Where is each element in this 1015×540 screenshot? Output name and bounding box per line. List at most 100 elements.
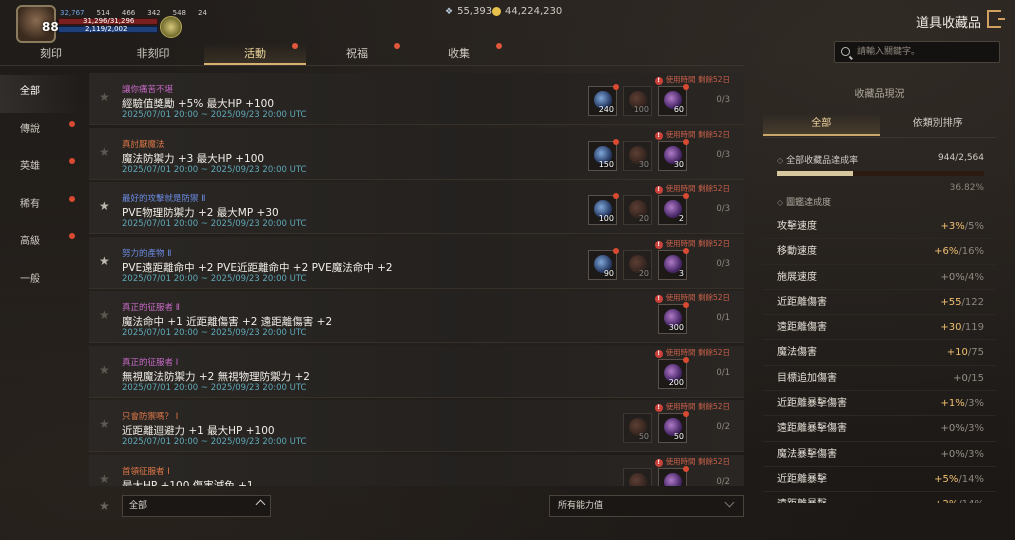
- favorite-star-icon[interactable]: ★: [99, 90, 110, 104]
- favorite-filter-icon[interactable]: ★: [99, 499, 110, 513]
- item-quantity: 50: [638, 432, 649, 441]
- item-slot[interactable]: 30: [658, 138, 689, 171]
- category-tabs: 刻印 非刻印 活動 祝福 收集: [0, 43, 510, 65]
- favorite-star-icon[interactable]: ★: [99, 417, 110, 431]
- collection-list[interactable]: ★ 讓你痛苦不堪 經驗值獎勵 +5% 最大HP +100 2025/07/01 20:…: [89, 73, 744, 486]
- chevron-down-icon: [724, 497, 735, 508]
- item-quantity: 240: [598, 105, 614, 114]
- collection-row[interactable]: ★ 最好的攻擊就是防禦 Ⅱ PVE物理防禦力 +2 最大MP +30 2025/07/…: [89, 182, 744, 234]
- favorite-star-icon[interactable]: ★: [99, 145, 110, 159]
- stat-max: /3%: [964, 398, 984, 410]
- exit-icon[interactable]: [987, 10, 1005, 28]
- notification-dot: [613, 138, 619, 145]
- stat-value: 32,767: [60, 9, 85, 17]
- collection-row[interactable]: ★ 讓你痛苦不堪 經驗值獎勵 +5% 最大HP +100 2025/07/01 20:…: [89, 73, 744, 125]
- item-slot[interactable]: 2: [658, 193, 689, 225]
- stat-row: 魔法傷害 +10/75: [763, 340, 996, 366]
- stat-row: 遠距離傷害 +30/119: [763, 315, 996, 341]
- sidebar-item-legendary[interactable]: 傳說: [0, 113, 80, 151]
- stat-row: 遠距離暴擊傷害 +0%/3%: [763, 416, 996, 442]
- sidebar-item-label: 高級: [20, 236, 40, 247]
- completion-progress-bar: [777, 171, 984, 176]
- collection-period: 2025/07/01 20:00 ~ 2025/09/23 20:00 UTC: [122, 437, 307, 447]
- collection-name: 真討厭魔法: [122, 139, 165, 150]
- hp-text: 31,296/31,296: [83, 17, 135, 25]
- stat-current: +30: [940, 322, 962, 334]
- stat-name: 遠距離暴擊: [777, 492, 827, 503]
- item-slot[interactable]: 60: [658, 84, 689, 116]
- stat-name: 近距離傷害: [777, 296, 827, 308]
- collection-row[interactable]: ★ 首領征服者 Ⅰ 最大HP +100 傷害減免 +1 使用時間 剩餘52日 0/2: [89, 454, 744, 486]
- favorite-star-icon[interactable]: ★: [99, 308, 110, 322]
- collection-period: 2025/07/01 20:00 ~ 2025/09/23 20:00 UTC: [122, 382, 307, 393]
- tab-event[interactable]: 活動: [204, 43, 306, 65]
- sidebar-item-common[interactable]: 一般: [0, 263, 80, 301]
- rarity-filter-select[interactable]: 全部: [122, 495, 271, 517]
- item-slot[interactable]: 20: [623, 195, 652, 225]
- stat-row: 攻擊速度 +3%/5%: [763, 214, 996, 240]
- stat-max: /3%: [964, 448, 984, 460]
- favorite-star-icon[interactable]: ★: [99, 472, 110, 486]
- item-slot[interactable]: 240: [588, 84, 619, 116]
- collection-row[interactable]: ★ 真討厭魔法 魔法防禦力 +3 最大HP +100 2025/07/01 20:00…: [89, 127, 744, 180]
- item-quantity: 100: [633, 105, 649, 114]
- stat-name: 遠距離暴擊傷害: [777, 423, 847, 435]
- stat-name: 施展速度: [777, 271, 817, 283]
- item-slot[interactable]: 3: [658, 247, 689, 280]
- expire-notice: 使用時間 剩餘52日: [655, 347, 730, 358]
- item-icon: [629, 472, 647, 486]
- item-slot[interactable]: 50: [623, 413, 652, 443]
- progress-count: 0/1: [716, 367, 730, 378]
- tab-by-category[interactable]: 依類別排序: [880, 114, 997, 136]
- ability-filter-select[interactable]: 所有能力值: [549, 495, 744, 517]
- item-slot[interactable]: 200: [658, 356, 689, 389]
- sidebar-item-label: 英雄: [20, 161, 40, 172]
- tab-engraved[interactable]: 刻印: [0, 43, 102, 65]
- item-quantity: 50: [673, 432, 684, 441]
- collection-row[interactable]: ★ 真正的征服者 Ⅱ 魔法命中 +1 近距離傷害 +2 遠距離傷害 +2 2025/0…: [89, 291, 744, 343]
- stat-name: 近距離暴擊傷害: [777, 398, 847, 410]
- collection-row[interactable]: ★ 真正的征服者 Ⅰ 無視魔法防禦力 +2 無視物理防禦力 +2 2025/07/01…: [89, 345, 744, 398]
- sidebar-item-label: 全部: [20, 86, 40, 97]
- progress-count: 0/3: [716, 149, 730, 160]
- tab-all[interactable]: 全部: [763, 114, 880, 136]
- item-slot[interactable]: 150: [588, 138, 619, 171]
- sidebar-item-heroic[interactable]: 英雄: [0, 150, 80, 188]
- favorite-star-icon[interactable]: ★: [99, 363, 110, 377]
- tab-collection[interactable]: 收集: [408, 43, 510, 65]
- tab-blessing[interactable]: 祝福: [306, 43, 408, 65]
- favorite-star-icon[interactable]: ★: [99, 199, 110, 213]
- collection-effect: 經驗值獎勵 +5% 最大HP +100: [122, 98, 275, 110]
- stat-max: /119: [961, 322, 984, 334]
- tab-non-engraved[interactable]: 非刻印: [102, 43, 204, 65]
- item-slot[interactable]: 100: [623, 86, 652, 116]
- favorite-star-icon[interactable]: ★: [99, 254, 110, 268]
- stat-max: /14%: [958, 473, 984, 485]
- stat-value: 514: [96, 9, 110, 17]
- sidebar-item-rare[interactable]: 稀有: [0, 188, 80, 226]
- item-slot[interactable]: 30: [623, 140, 652, 171]
- item-slot[interactable]: [623, 467, 652, 486]
- item-slot[interactable]: 300: [658, 302, 689, 334]
- progress-count: 0/3: [716, 95, 730, 105]
- stat-name: 目標追加傷害: [777, 372, 837, 384]
- sidebar-item-label: 傳說: [20, 123, 40, 135]
- collection-row[interactable]: ★ 努力的產物 Ⅱ PVE遠距離命中 +2 PVE近距離命中 +2 PVE魔法命中 …: [89, 236, 744, 289]
- search-input[interactable]: 請輸入關鍵字。: [834, 41, 1000, 63]
- sidebar-item-advanced[interactable]: 高級: [0, 225, 80, 263]
- collection-effect: 魔法防禦力 +3 最大HP +100: [122, 152, 265, 165]
- emblem-icon[interactable]: [160, 16, 182, 38]
- panel-tabs: 全部 依類別排序: [763, 114, 996, 136]
- notification-dot: [69, 195, 75, 202]
- sidebar-item-all[interactable]: 全部: [0, 75, 80, 113]
- item-slot[interactable]: 50: [658, 411, 689, 443]
- notification-dot: [683, 356, 689, 363]
- item-slot[interactable]: 100: [588, 193, 619, 225]
- item-slot[interactable]: 90: [588, 247, 619, 280]
- collection-row[interactable]: ★ 只會防禦嗎？ Ⅰ 近距離迴避力 +1 最大HP +100 2025/07/01 2…: [89, 400, 744, 452]
- item-slot[interactable]: 20: [623, 249, 652, 280]
- item-quantity: 90: [603, 268, 614, 278]
- chevron-up-icon: [255, 499, 266, 510]
- panel-title: 收藏品現況: [854, 89, 905, 100]
- item-slot[interactable]: [658, 465, 689, 486]
